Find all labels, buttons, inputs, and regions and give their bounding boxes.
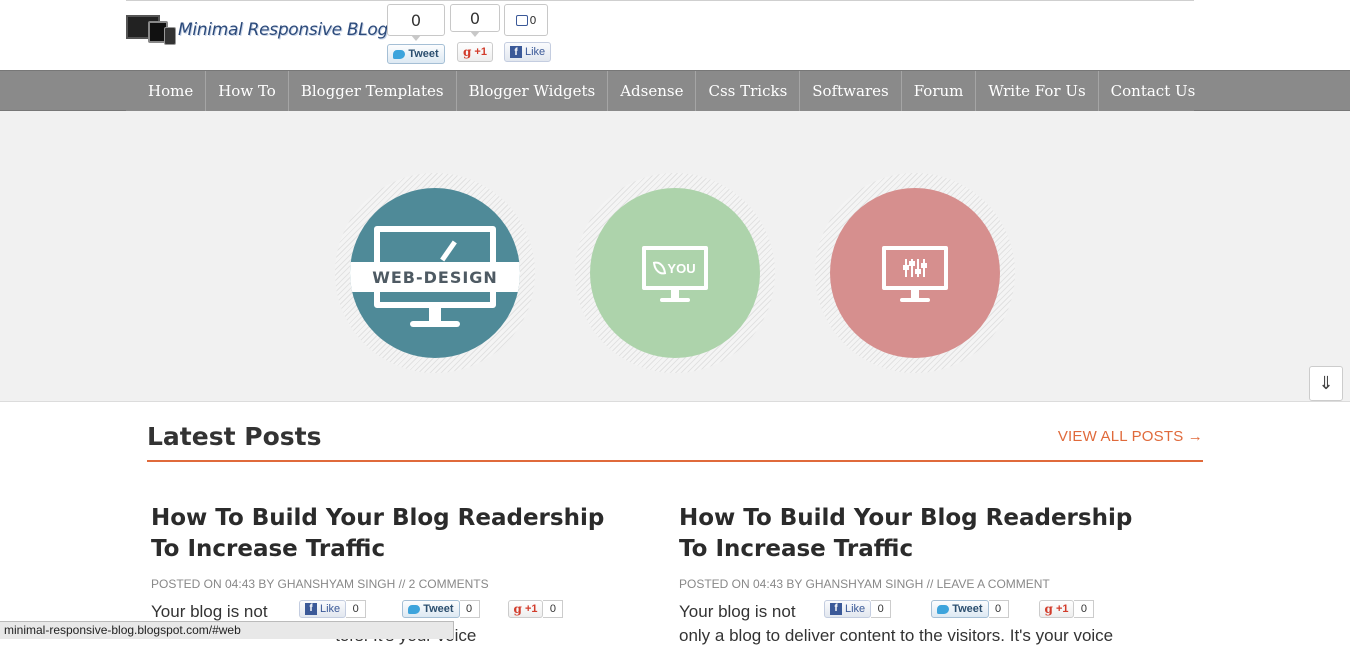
tweet-count: 0 [387,4,445,41]
post-like-label: Like [845,603,866,615]
nav-item-how-to[interactable]: How To [206,71,289,111]
hero-circle-equalizer[interactable] [815,173,1015,373]
post-like-button[interactable]: f Like [299,600,347,618]
post-tweet-label: Tweet [952,603,983,615]
nav-item-forum[interactable]: Forum [902,71,977,111]
web-design-circle: WEB-DESIGN [350,188,520,358]
browser-status-bar: minimal-responsive-blog.blogspot.com/#we… [0,621,454,639]
like-label: Like [525,46,546,58]
post-excerpt-line2: only a blog to deliver content to the vi… [679,626,1114,645]
post-title[interactable]: How To Build Your Blog Readership To Inc… [679,503,1149,565]
post-like-count: 0 [346,600,367,618]
nav-item-softwares[interactable]: Softwares [800,71,902,111]
tweet-button[interactable]: Tweet [387,44,445,64]
site-header: Minimal Responsive BLog 0 Tweet 0 g +1 0… [126,0,1194,70]
post-share-bar: f Like 0 Tweet 0 g +1 0 [824,600,1122,618]
post-gplus-count: 0 [1074,600,1095,618]
post-like-count: 0 [871,600,892,618]
nav-item-blogger-widgets[interactable]: Blogger Widgets [457,71,609,111]
equalizer-circle [830,188,1000,358]
post-excerpt-line1: Your blog is not [679,602,796,621]
nav-item-css-tricks[interactable]: Css Tricks [696,71,801,111]
tweet-share-box: 0 Tweet [387,4,445,64]
leaf-icon [653,260,667,276]
like-count-box: 0 [504,4,548,36]
gplus-count: 0 [450,4,500,37]
nav-item-write-for-us[interactable]: Write For Us [976,71,1099,111]
post-title[interactable]: How To Build Your Blog Readership To Inc… [151,503,621,565]
post-excerpt: Your blog is not only a blog to deliver … [679,600,1149,660]
you-label: YOU [667,260,696,276]
devices-logo-icon [126,13,178,47]
scroll-down-button[interactable]: ⇓ [1309,366,1343,401]
twitter-bird-icon [937,604,950,614]
post-gplus-label: +1 [524,603,538,615]
post-share-bar: f Like 0 Tweet 0 g +1 0 [299,600,591,618]
facebook-icon: f [830,603,842,615]
post-excerpt-line1: Your blog is not [151,602,268,621]
post-like-button[interactable]: f Like [824,600,872,618]
post-tweet-count: 0 [459,600,480,618]
post-gplus-count: 0 [543,600,564,618]
web-design-label: WEB-DESIGN [350,262,520,292]
hero-section: WEB-DESIGN YOU [0,111,1350,402]
thumbs-up-icon [515,14,528,26]
post-tweet-count: 0 [988,600,1009,618]
monitor-leaf-icon: YOU [642,246,708,290]
post-meta: POSTED ON 04:43 BY GHANSHYAM SINGH // LE… [679,577,1050,591]
nav-item-blogger-templates[interactable]: Blogger Templates [289,71,457,111]
logo-text: Minimal Responsive BLog [178,20,389,40]
twitter-bird-icon [408,604,421,614]
post-gplus-label: +1 [1055,603,1069,615]
facebook-icon: f [510,46,522,58]
latest-posts-title: Latest Posts [147,422,322,451]
equalizer-icon [903,259,927,277]
like-button[interactable]: f Like [504,42,552,62]
facebook-icon: f [305,603,317,615]
nav-item-home[interactable]: Home [126,71,207,111]
gplus-icon: g [1044,602,1053,616]
view-all-posts-link[interactable]: VIEW ALL POSTS → [1058,428,1203,445]
tweet-label: Tweet [408,48,439,60]
post-tweet-label: Tweet [423,603,454,615]
gplus-icon: g [513,602,522,616]
post-card: How To Build Your Blog Readership To Inc… [679,503,1149,660]
gplus-icon: g [463,45,472,59]
hero-circle-web-design[interactable]: WEB-DESIGN [335,173,535,373]
nav-menu: Home How To Blogger Templates Blogger Wi… [126,71,1195,111]
post-tweet-button[interactable]: Tweet [402,600,460,618]
twitter-bird-icon [393,49,406,59]
like-count: 0 [529,13,537,27]
hero-circle-you[interactable]: YOU [575,173,775,373]
nav-item-adsense[interactable]: Adsense [608,71,697,111]
post-tweet-button[interactable]: Tweet [931,600,989,618]
monitor-equalizer-icon [882,246,948,290]
gplus-share-box: 0 g +1 [450,4,500,62]
arrow-down-icon: ⇓ [1318,373,1334,394]
latest-posts-header: Latest Posts VIEW ALL POSTS → [147,418,1203,462]
you-circle: YOU [590,188,760,358]
post-meta: POSTED ON 04:43 BY GHANSHYAM SINGH // 2 … [151,577,489,591]
post-gplus-button[interactable]: g +1 [1038,600,1075,618]
post-like-label: Like [320,603,341,615]
gplus-label: +1 [474,46,487,58]
site-logo[interactable]: Minimal Responsive BLog [126,13,388,47]
nav-item-contact-us[interactable]: Contact Us [1099,71,1208,111]
gplus-button[interactable]: g +1 [457,42,493,62]
post-gplus-button[interactable]: g +1 [507,600,544,618]
main-nav: Home How To Blogger Templates Blogger Wi… [0,70,1350,111]
